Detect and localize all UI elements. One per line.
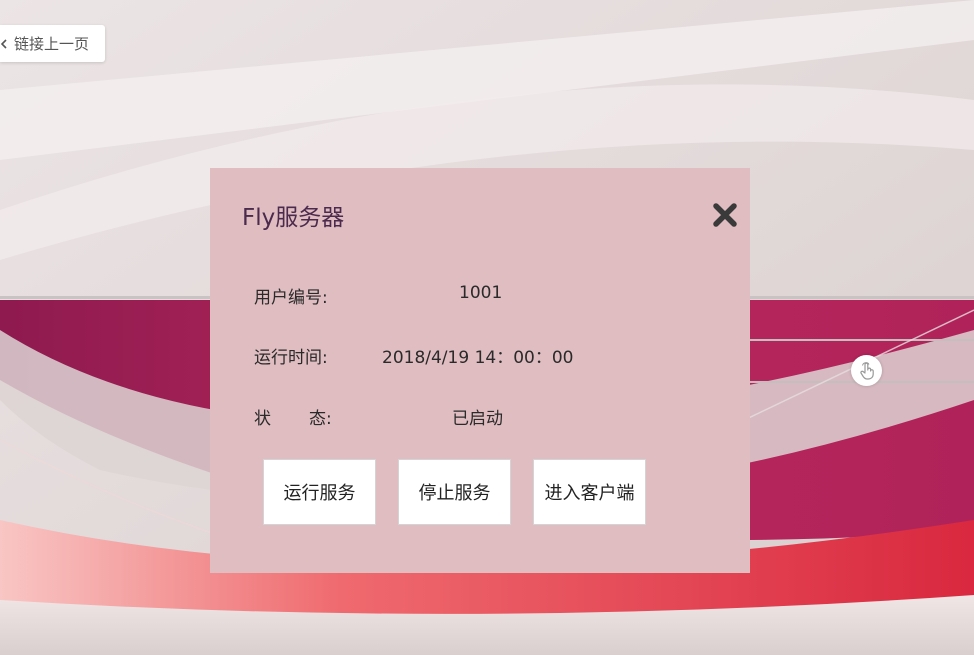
user-id-label: 用户编号: bbox=[254, 288, 328, 308]
stop-service-button[interactable]: 停止服务 bbox=[398, 459, 511, 525]
run-service-button[interactable]: 运行服务 bbox=[263, 459, 376, 525]
server-dialog: Fly服务器 用户编号: 1001 运行时间: 2018/4/19 14：00：… bbox=[210, 168, 750, 573]
run-time-label: 运行时间: bbox=[254, 348, 328, 368]
back-link[interactable]: 链接上一页 bbox=[0, 25, 105, 62]
run-time-value: 2018/4/19 14：00：00 bbox=[382, 348, 574, 368]
dialog-title: Fly服务器 bbox=[242, 205, 345, 231]
close-icon[interactable] bbox=[712, 202, 738, 228]
back-link-label: 链接上一页 bbox=[14, 35, 90, 53]
desktop-stage: 链接上一页 Fly服务器 用户编号: 1001 运行时间: 2018/4/19 … bbox=[0, 0, 974, 655]
status-label-part1: 状 bbox=[254, 409, 271, 429]
status-value: 已启动 bbox=[452, 409, 503, 429]
enter-client-button[interactable]: 进入客户端 bbox=[533, 459, 646, 525]
user-id-value: 1001 bbox=[459, 283, 503, 303]
touch-hand-icon[interactable] bbox=[851, 355, 882, 386]
chevron-left-icon bbox=[0, 38, 9, 49]
status-label-part2: 态: bbox=[309, 409, 332, 429]
